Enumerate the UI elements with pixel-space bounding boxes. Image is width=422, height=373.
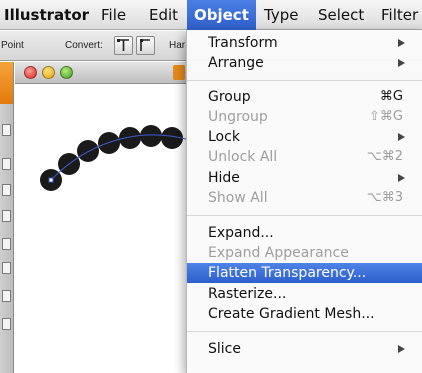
menu-item-create-gradient-mesh[interactable]: Create Gradient Mesh... (187, 304, 422, 324)
shortcut-label: ⌘G (379, 89, 403, 104)
menu-item-transform[interactable]: Transform (187, 33, 422, 53)
menu-select[interactable]: Select (318, 0, 364, 30)
menu-item-rasterize[interactable]: Rasterize... (187, 284, 422, 304)
path-dot[interactable] (77, 140, 99, 162)
tool-slot[interactable] (2, 184, 11, 196)
menu-filter[interactable]: Filter (381, 0, 418, 30)
point-label: Point (1, 40, 24, 51)
shortcut-label: ⇧⌘G (369, 109, 403, 124)
menu-item-ungroup: Ungroup ⇧⌘G (208, 109, 403, 125)
convert-corner-icon (117, 39, 129, 51)
menu-item-lock[interactable]: Lock (187, 127, 422, 147)
convert-smooth-button[interactable] (136, 36, 155, 55)
tools-panel-header (0, 62, 13, 104)
handles-label: Har (169, 40, 186, 51)
menu-separator (187, 80, 422, 81)
menu-illustrator[interactable]: Illustrator (4, 0, 89, 30)
menu-file[interactable]: File (101, 0, 126, 30)
close-window-button[interactable] (24, 66, 37, 79)
menu-separator (187, 215, 422, 216)
menu-item-arrange[interactable]: Arrange (187, 53, 422, 73)
submenu-arrow-icon (398, 133, 405, 141)
tool-slot[interactable] (2, 210, 11, 222)
menu-item-hide[interactable]: Hide (187, 168, 422, 188)
submenu-arrow-icon (398, 59, 405, 67)
tool-slot[interactable] (2, 158, 11, 170)
menu-item-show-all: Show All ⌥⌘3 (208, 190, 403, 206)
menu-object[interactable]: Object (187, 0, 256, 30)
menu-type[interactable]: Type (264, 0, 298, 30)
convert-label: Convert: (65, 40, 103, 51)
zoom-window-button[interactable] (60, 66, 73, 79)
tool-slot[interactable] (2, 124, 11, 136)
convert-corner-button[interactable] (114, 36, 133, 55)
submenu-arrow-icon (398, 39, 405, 47)
tool-slot[interactable] (2, 262, 11, 274)
submenu-arrow-icon (398, 174, 405, 182)
minimize-window-button[interactable] (42, 66, 55, 79)
path-dot[interactable] (140, 125, 162, 147)
path-dot[interactable] (98, 132, 120, 154)
path-dot[interactable] (119, 127, 141, 149)
menu-bar: Illustrator File Edit Object Type Select… (0, 0, 422, 30)
tools-panel (0, 62, 14, 373)
menu-edit[interactable]: Edit (149, 0, 178, 30)
convert-smooth-icon (140, 39, 150, 51)
menu-separator (187, 331, 422, 332)
menu-item-flatten-transparency[interactable]: Flatten Transparency... (187, 263, 422, 283)
tool-slot[interactable] (2, 318, 11, 330)
tool-slot[interactable] (2, 290, 11, 302)
menu-item-slice[interactable]: Slice (187, 339, 422, 359)
menu-item-expand-appearance: Expand Appearance (208, 245, 349, 261)
shortcut-label: ⌥⌘3 (366, 190, 403, 205)
menu-item-expand[interactable]: Expand... (187, 223, 422, 243)
submenu-arrow-icon (398, 345, 405, 353)
menu-item-group[interactable]: Group ⌘G (187, 87, 422, 107)
menu-item-unlock-all: Unlock All ⌥⌘2 (208, 149, 403, 165)
object-menu-dropdown: Transform Arrange Group ⌘G Ungroup ⇧⌘G L… (186, 30, 422, 373)
tool-slot[interactable] (2, 238, 11, 250)
anchor-point[interactable] (48, 177, 54, 183)
document-icon (173, 65, 185, 80)
shortcut-label: ⌥⌘2 (366, 149, 403, 164)
